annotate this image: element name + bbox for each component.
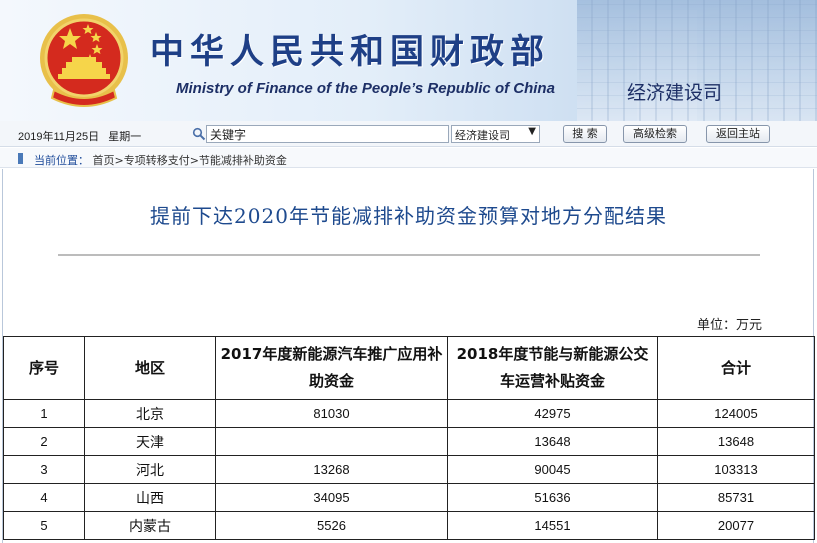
cell-2018: 42975 — [447, 399, 658, 428]
toolbar: 2019年11月25日 星期一 关键字 经济建设司 ▼ 搜 索 高级检索 返回主… — [0, 121, 817, 147]
search-button[interactable]: 搜 索 — [563, 125, 607, 143]
cell-total: 85731 — [657, 483, 815, 512]
title-divider — [58, 254, 760, 256]
cell-2017 — [215, 427, 448, 456]
cell-region: 内蒙古 — [84, 511, 216, 540]
cell-no: 4 — [3, 483, 85, 512]
cell-2018: 51636 — [447, 483, 658, 512]
cell-no: 5 — [3, 511, 85, 540]
cell-2018: 13648 — [447, 427, 658, 456]
scope-selected-value: 经济建设司 — [455, 129, 510, 142]
cell-2017: 81030 — [215, 399, 448, 428]
site-title: 中华人民共和国财政部 — [150, 32, 550, 72]
table-row: 1 北京 81030 42975 124005 — [3, 399, 815, 428]
table-row: 4 山西 34095 51636 85731 — [3, 483, 815, 512]
cell-total: 124005 — [657, 399, 815, 428]
site-title-english: Ministry of Finance of the People’s Repu… — [176, 80, 555, 97]
cell-region: 河北 — [84, 455, 216, 484]
weekday: 星期一 — [108, 131, 142, 143]
unit-label: 单位：万元 — [697, 318, 763, 333]
search-input[interactable]: 关键字 — [206, 125, 449, 143]
cell-2017: 5526 — [215, 511, 448, 540]
allocation-table: 序号 地区 2017年度新能源汽车推广应用补助资金 2018年度节能与新能源公交… — [3, 336, 815, 540]
table-row: 3 河北 13268 90045 103313 — [3, 455, 815, 484]
breadcrumb: 当前位置： 首页>专项转移支付>节能减排补助资金 — [0, 148, 817, 168]
breadcrumb-path[interactable]: 首页>专项转移支付>节能减排补助资金 — [93, 154, 287, 167]
breadcrumb-label: 当前位置： — [34, 154, 89, 167]
search-icon — [192, 127, 206, 141]
cell-total: 20077 — [657, 511, 815, 540]
cell-total: 103313 — [657, 455, 815, 484]
cell-2018: 14551 — [447, 511, 658, 540]
header-no: 序号 — [3, 336, 85, 400]
header-banner: 中华人民共和国财政部 Ministry of Finance of the Pe… — [0, 0, 817, 121]
scope-select[interactable]: 经济建设司 ▼ — [451, 125, 540, 143]
cell-2017: 34095 — [215, 483, 448, 512]
header-2017-subsidy: 2017年度新能源汽车推广应用补助资金 — [215, 336, 448, 400]
cell-no: 2 — [3, 427, 85, 456]
cell-region: 天津 — [84, 427, 216, 456]
cell-2018: 90045 — [447, 455, 658, 484]
department-name: 经济建设司 — [627, 82, 723, 104]
cell-no: 3 — [3, 455, 85, 484]
article-title: 提前下达2020年节能减排补助资金预算对地方分配结果 — [150, 204, 667, 228]
advanced-search-button[interactable]: 高级检索 — [623, 125, 687, 143]
cell-no: 1 — [3, 399, 85, 428]
dropdown-arrow-icon: ▼ — [528, 126, 536, 137]
header-total: 合计 — [657, 336, 815, 400]
cell-region: 北京 — [84, 399, 216, 428]
cell-region: 山西 — [84, 483, 216, 512]
table-row: 2 天津 13648 13648 — [3, 427, 815, 456]
breadcrumb-text: 当前位置： 首页>专项转移支付>节能减排补助资金 — [34, 152, 287, 168]
cell-total: 13648 — [657, 427, 815, 456]
date: 2019年11月25日 — [18, 131, 100, 143]
breadcrumb-marker-icon — [18, 153, 23, 164]
national-emblem-icon — [40, 14, 128, 107]
table-header-row: 序号 地区 2017年度新能源汽车推广应用补助资金 2018年度节能与新能源公交… — [3, 336, 815, 400]
header-region: 地区 — [84, 336, 216, 400]
header-2018-subsidy: 2018年度节能与新能源公交车运营补贴资金 — [447, 336, 658, 400]
cell-2017: 13268 — [215, 455, 448, 484]
table-row: 5 内蒙古 5526 14551 20077 — [3, 511, 815, 540]
return-home-button[interactable]: 返回主站 — [706, 125, 770, 143]
date-display: 2019年11月25日 星期一 — [18, 128, 141, 144]
